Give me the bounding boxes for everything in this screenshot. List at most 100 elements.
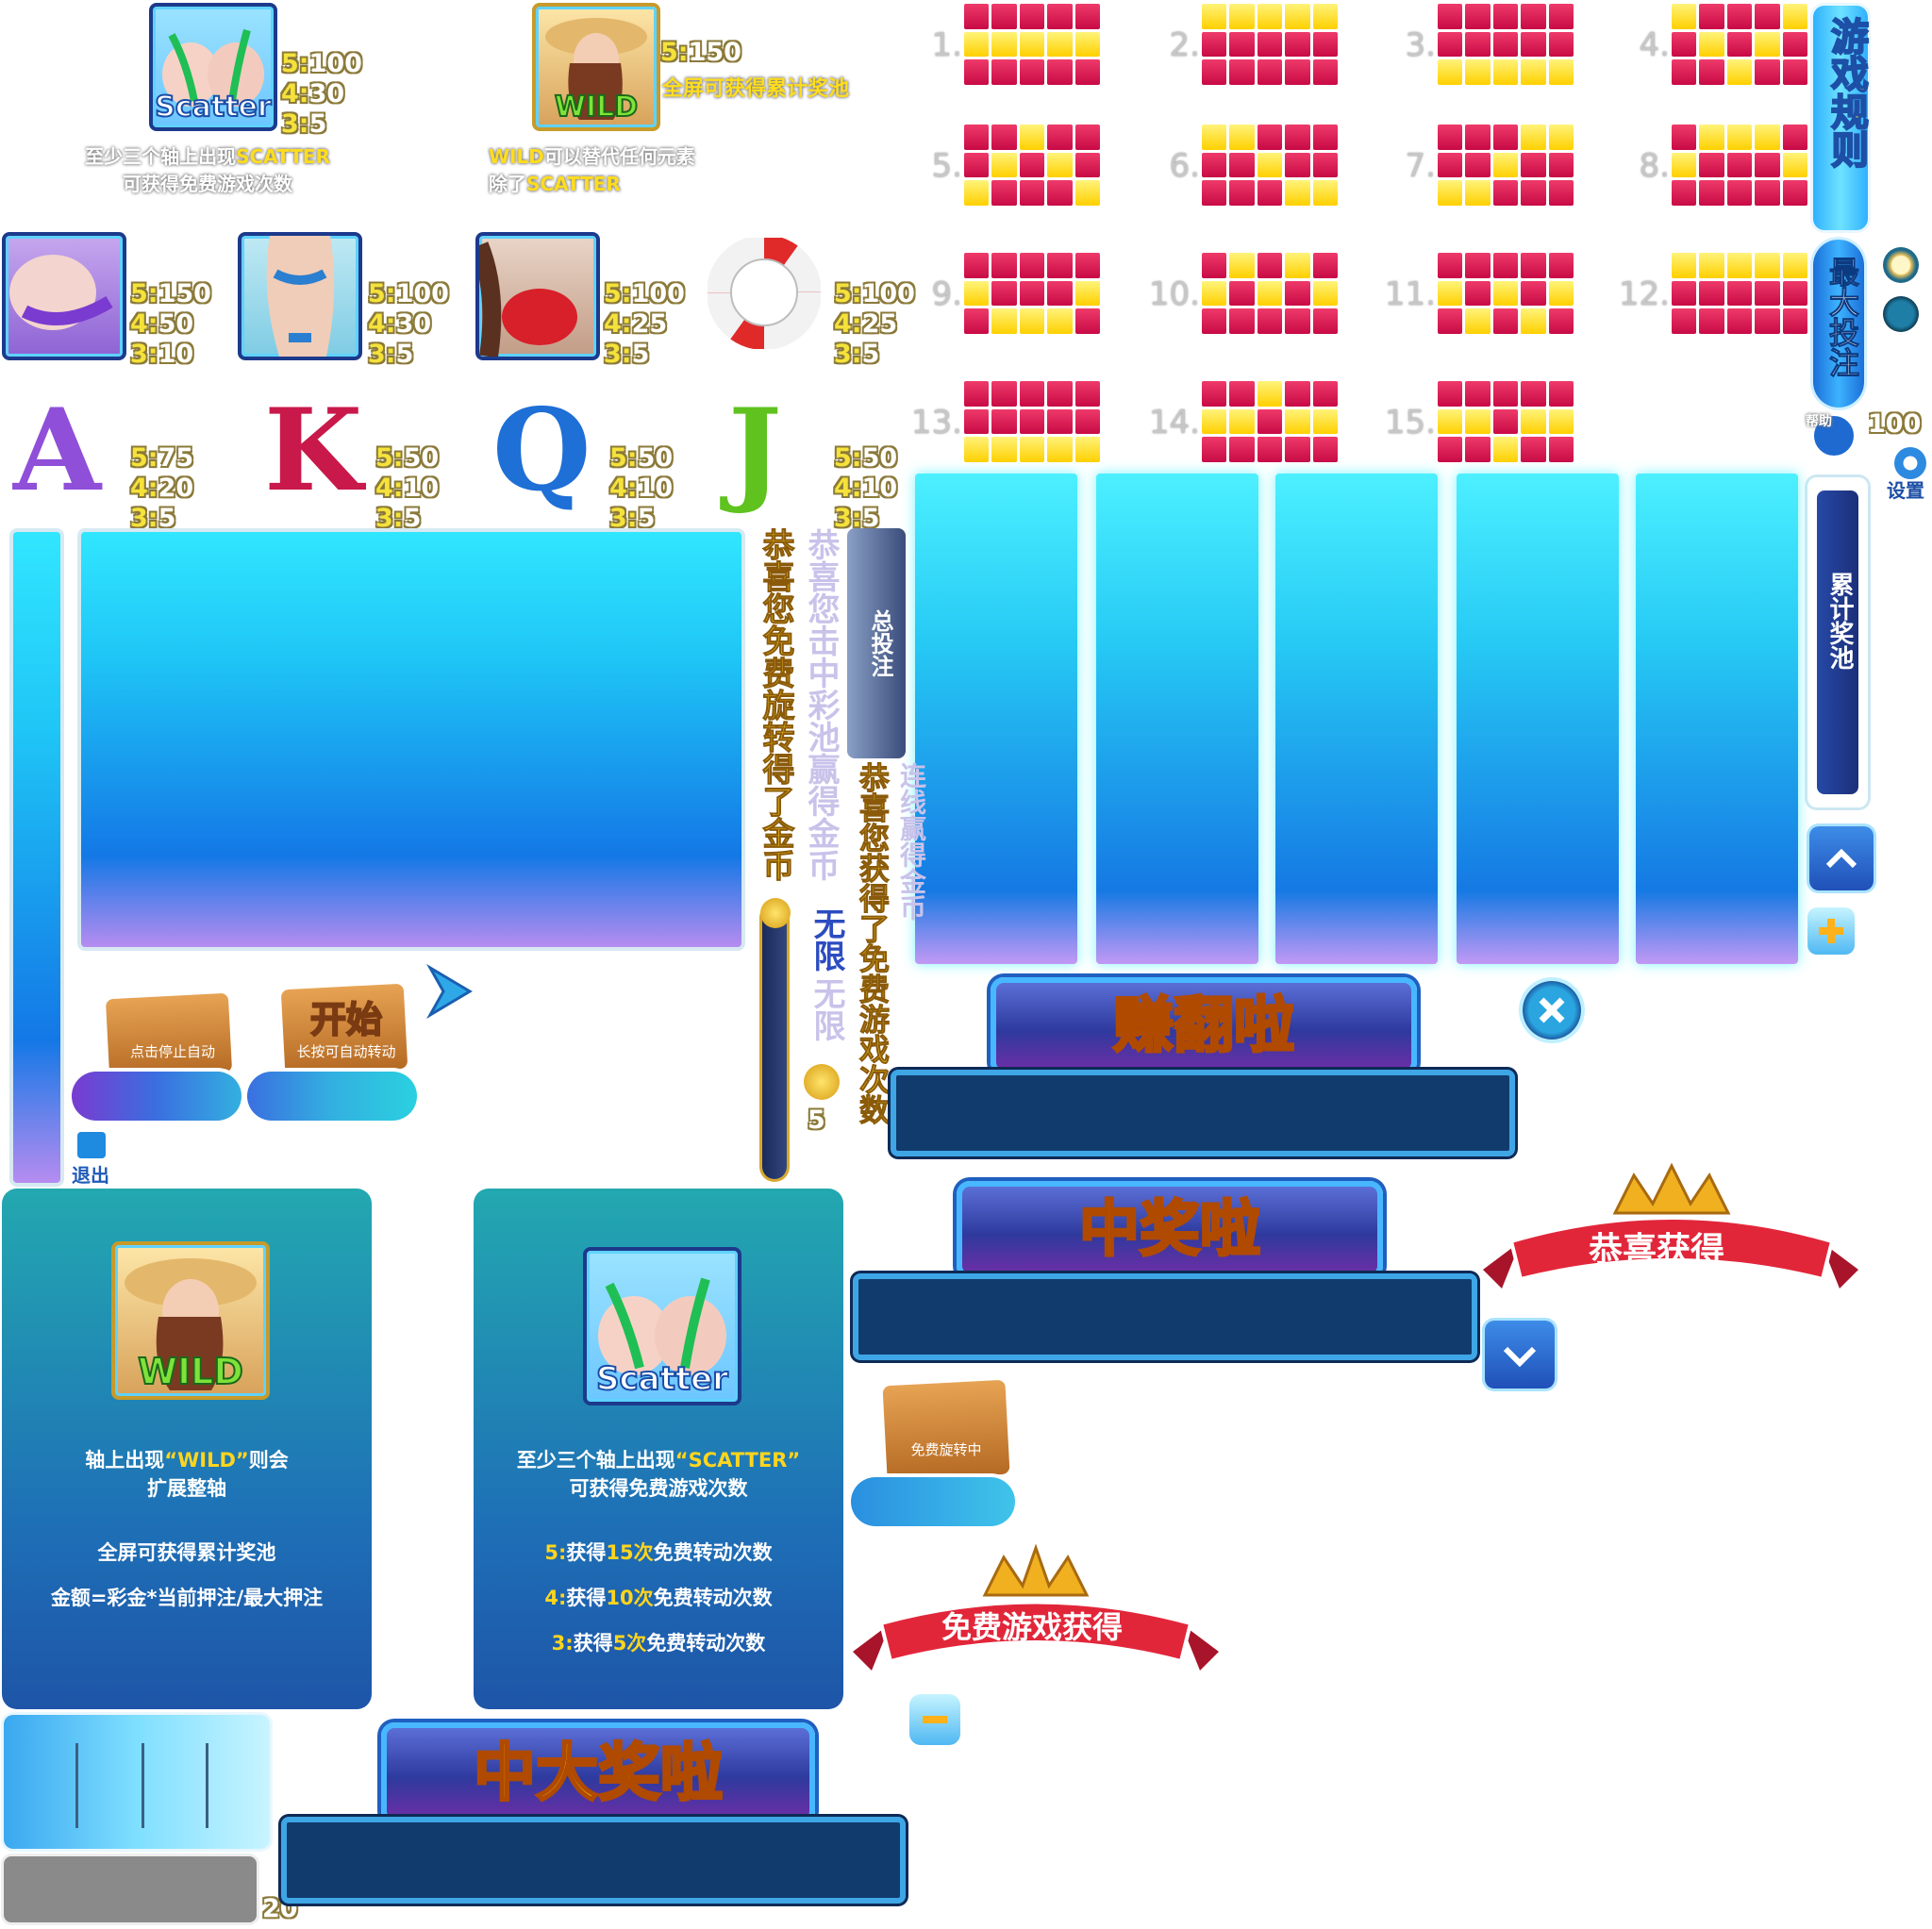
payline-cell-active: [1229, 125, 1255, 150]
girl2-figure-icon: [266, 236, 335, 357]
radio-off-icon[interactable]: [1883, 296, 1919, 332]
payline-cell: [991, 408, 1017, 435]
payline-cell-active: [1672, 253, 1697, 278]
free-spin-win-text: 恭喜您免费旋转得了金币: [757, 528, 795, 882]
bubble-divider-1: [75, 1743, 78, 1828]
chevron-down-icon: [1503, 1346, 1537, 1368]
payline-cell: [1755, 4, 1780, 29]
scroll-up-button[interactable]: [1809, 826, 1874, 890]
mega-win-banner: 中大奖啦: [381, 1722, 815, 1824]
exit-button[interactable]: 退出: [72, 1130, 113, 1187]
rules-button[interactable]: 游戏规则: [1813, 6, 1869, 230]
scroll-down-button[interactable]: [1485, 1321, 1555, 1389]
payline-cell: [1521, 152, 1546, 178]
payline-cell: [1548, 381, 1574, 407]
payline-cell: [1257, 437, 1283, 462]
payline-cell: [1047, 381, 1073, 407]
payline-cell-active: [1019, 31, 1045, 58]
exit-icon: [77, 1132, 106, 1158]
payline-cell: [1755, 59, 1780, 85]
payline-cell-active: [1438, 180, 1463, 206]
payline-cell-active: [1521, 59, 1546, 85]
payline-cell: [1257, 308, 1283, 334]
payline-cell: [1782, 308, 1807, 334]
payline-cell-active: [1548, 280, 1574, 307]
payline-cell-active: [1492, 280, 1519, 307]
payline-cell: [1755, 152, 1780, 178]
payline-cell: [991, 381, 1017, 407]
payline-cell: [991, 180, 1017, 206]
payline-grid: [964, 381, 1100, 462]
win-bar: [853, 1273, 1477, 1360]
payline-cell-active: [991, 437, 1017, 462]
payline-cell: [1312, 253, 1338, 278]
wild-symbol: WILD: [532, 3, 660, 131]
payline-cell: [1726, 308, 1753, 334]
radio-on-icon[interactable]: [1883, 247, 1919, 283]
exit-label: 退出: [72, 1164, 109, 1187]
main-display-panel: [77, 528, 745, 951]
letter-j-symbol: J: [726, 384, 785, 517]
bubble-divider-3: [206, 1743, 208, 1828]
left-progress-bar: [9, 528, 64, 1187]
play-arrow-icon[interactable]: [423, 962, 475, 1021]
payline-cell: [1074, 152, 1100, 178]
payline-grid: [964, 253, 1100, 334]
start-button[interactable]: 开始 长按可自动转动: [247, 958, 423, 1126]
free-spin-button[interactable]: 免费旋转中: [847, 1364, 1019, 1532]
stop-auto-board: [105, 992, 233, 1079]
minus-button[interactable]: [909, 1694, 960, 1745]
payline-cell-active: [1312, 180, 1338, 206]
win-label: 中奖啦: [1078, 1194, 1262, 1267]
payline-cell: [1521, 253, 1546, 278]
payline-cell-active: [1521, 408, 1546, 435]
scatter-card-line1: 至少三个轴上出现“SCATTER”: [516, 1449, 801, 1472]
payline-cell: [1672, 308, 1697, 334]
payline-cell-active: [1074, 437, 1100, 462]
girl2-symbol: [238, 232, 362, 360]
payline-cell: [1699, 280, 1724, 307]
payline-cell-active: [1492, 437, 1519, 462]
payline-cell-active: [1229, 253, 1255, 278]
payline-cell: [1726, 31, 1753, 58]
payline-number: 15.: [1384, 404, 1436, 441]
maxbet-button[interactable]: 最大投注: [1813, 240, 1864, 407]
payline-cell: [991, 4, 1017, 29]
payline-cell: [1019, 59, 1045, 85]
girl1-figure-icon: [9, 255, 113, 330]
coin-value-icon: [804, 1064, 840, 1100]
payline-cell-active: [1257, 4, 1283, 29]
payline-cell: [1019, 4, 1045, 29]
scatter-card-r4: 4:获得10次免费转动次数: [544, 1587, 773, 1609]
payline-cell: [1492, 381, 1519, 407]
j-pays: 5:50 4:10 3:5: [834, 443, 898, 533]
chevron-up-icon: [1825, 848, 1857, 869]
payline-cell-active: [1438, 408, 1463, 435]
payline-cell-active: [1782, 253, 1807, 278]
payline-cell-active: [1438, 280, 1463, 307]
payline-cell: [1229, 381, 1255, 407]
payline-cell: [1438, 381, 1463, 407]
free-games-label: 免费游戏获得: [941, 1609, 1124, 1645]
payline-cell: [1521, 381, 1546, 407]
payline-cell: [1465, 125, 1491, 150]
help-label: 帮助: [1806, 414, 1832, 429]
maxbet-label: 最大投注: [1824, 257, 1861, 378]
settings-label: 设置: [1887, 479, 1924, 502]
payline-cell: [1312, 31, 1338, 58]
payline-cell: [991, 125, 1017, 150]
payline-cell: [1047, 280, 1073, 307]
payline-cell: [1755, 180, 1780, 206]
payline-cell: [1492, 408, 1519, 435]
wild-note: WILD可以替代任何元素 除了SCATTER: [489, 145, 695, 195]
payline-cell: [1312, 381, 1338, 407]
payline-cell: [1672, 180, 1697, 206]
close-button[interactable]: [1523, 981, 1581, 1039]
plus-button[interactable]: [1807, 907, 1855, 955]
payline-cell: [1782, 180, 1807, 206]
letter-q-symbol: Q: [491, 384, 594, 517]
settings-gear-icon[interactable]: [1894, 447, 1926, 479]
stop-auto-button[interactable]: 点击停止自动: [72, 958, 247, 1126]
congrats-label: 恭喜获得: [1589, 1231, 1725, 1270]
payline-cell: [1285, 59, 1310, 85]
